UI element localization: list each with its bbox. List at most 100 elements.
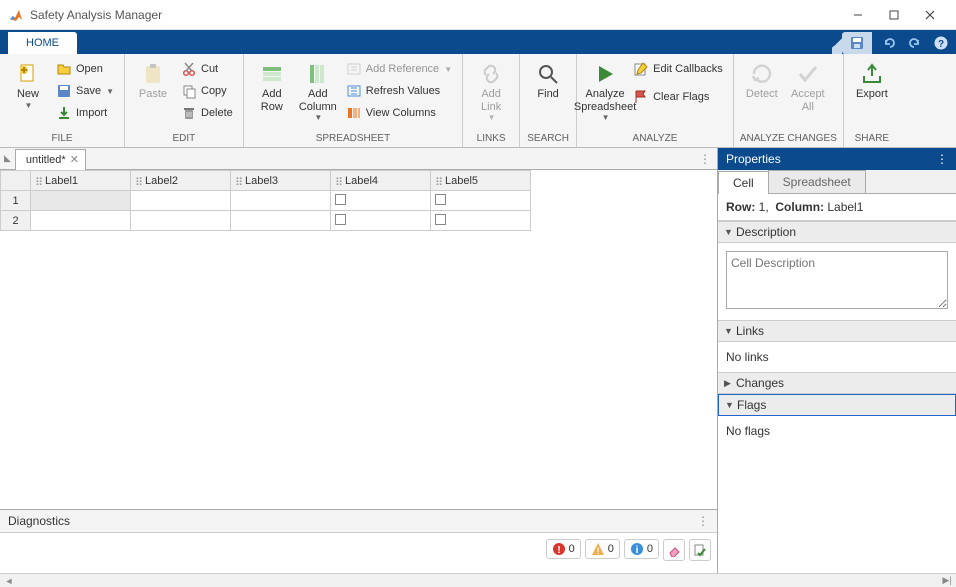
edit-callbacks-button[interactable]: Edit Callbacks <box>629 58 727 80</box>
tab-nav-icon[interactable]: ◣ <box>4 153 11 164</box>
checkbox-icon[interactable] <box>435 214 446 225</box>
quick-save-icon[interactable] <box>848 34 866 52</box>
document-tab-bar: ◣ untitled* ✕ ⋮ <box>0 148 717 170</box>
column-header[interactable]: ⠿Label2 <box>131 171 231 191</box>
cell[interactable] <box>431 191 531 211</box>
checkbox-icon[interactable] <box>435 194 446 205</box>
cell[interactable] <box>231 191 331 211</box>
tab-cell[interactable]: Cell <box>718 171 769 194</box>
matlab-logo-icon <box>8 7 24 23</box>
ribbon-group-links: Add Link▼ LINKS <box>463 54 520 147</box>
undo-icon[interactable] <box>880 34 898 52</box>
cell[interactable] <box>331 191 431 211</box>
find-button[interactable]: Find <box>526 58 570 105</box>
svg-text:!: ! <box>557 545 560 556</box>
svg-text:?: ? <box>938 39 944 50</box>
delete-button[interactable]: Delete <box>177 102 237 124</box>
horizontal-scrollbar[interactable]: ◄ ▶| <box>0 573 956 587</box>
scroll-right-icon[interactable]: ▶| <box>940 575 954 586</box>
tab-spreadsheet[interactable]: Spreadsheet <box>768 170 866 193</box>
cell[interactable] <box>131 191 231 211</box>
eraser-icon[interactable] <box>663 539 685 561</box>
document-tab[interactable]: untitled* ✕ <box>15 149 86 170</box>
new-button[interactable]: New▼ <box>6 58 50 114</box>
links-body: No links <box>718 342 956 372</box>
ribbon-group-analyze-changes: Detect Accept All ANALYZE CHANGES <box>734 54 844 147</box>
properties-tabs: Cell Spreadsheet <box>718 170 956 194</box>
cut-button[interactable]: Cut <box>177 58 237 80</box>
document-tab-label: untitled* <box>26 154 66 166</box>
info-count-badge[interactable]: i0 <box>624 539 659 559</box>
add-link-button: Add Link▼ <box>469 58 513 126</box>
workspace: ◣ untitled* ✕ ⋮ ⠿Label1⠿Label2⠿Label3⠿La… <box>0 148 956 573</box>
column-header[interactable]: ⠿Label1 <box>31 171 131 191</box>
accept-all-button: Accept All <box>786 58 830 117</box>
column-header[interactable]: ⠿Label3 <box>231 171 331 191</box>
checkbox-icon[interactable] <box>335 194 346 205</box>
close-button[interactable] <box>912 0 948 30</box>
scroll-left-icon[interactable]: ◄ <box>2 576 16 586</box>
spreadsheet-table: ⠿Label1⠿Label2⠿Label3⠿Label4⠿Label5 12 <box>0 170 531 231</box>
analyze-spreadsheet-button[interactable]: Analyze Spreadsheet▼ <box>583 58 627 126</box>
ribbon-group-search: Find SEARCH <box>520 54 577 147</box>
add-reference-button: Add Reference▼ <box>342 58 456 80</box>
svg-text:i: i <box>635 545 638 556</box>
check-doc-icon[interactable] <box>689 539 711 561</box>
cell-description-input[interactable] <box>726 251 948 309</box>
tab-home[interactable]: HOME <box>8 32 77 54</box>
warning-count-badge[interactable]: !0 <box>585 539 620 559</box>
ribbon-group-share: Export SHARE <box>844 54 900 147</box>
maximize-button[interactable] <box>876 0 912 30</box>
flags-body: No flags <box>718 416 956 573</box>
accordion-changes[interactable]: ▶Changes <box>718 372 956 394</box>
accordion-flags[interactable]: ▼Flags <box>718 394 956 416</box>
properties-panel: Properties ⋮ Cell Spreadsheet Row: 1, Co… <box>718 148 956 573</box>
close-tab-icon[interactable]: ✕ <box>70 153 79 166</box>
redo-icon[interactable] <box>906 34 924 52</box>
open-button[interactable]: Open <box>52 58 118 80</box>
error-count-badge[interactable]: !0 <box>546 539 581 559</box>
ribbon-group-analyze: Analyze Spreadsheet▼ Edit Callbacks Clea… <box>577 54 734 147</box>
refresh-values-button[interactable]: Refresh Values <box>342 80 456 102</box>
spreadsheet-area[interactable]: ⠿Label1⠿Label2⠿Label3⠿Label4⠿Label5 12 <box>0 170 717 509</box>
cell[interactable] <box>331 211 431 231</box>
cell[interactable] <box>31 191 131 211</box>
help-icon[interactable]: ? <box>932 34 950 52</box>
row-header[interactable]: 1 <box>1 191 31 211</box>
export-button[interactable]: Export <box>850 58 894 105</box>
clear-flags-button[interactable]: Clear Flags <box>629 86 727 108</box>
cell[interactable] <box>431 211 531 231</box>
checkbox-icon[interactable] <box>335 214 346 225</box>
ribbon-toolbar: New▼ Open Save▼ Import FILE Paste Cut Co… <box>0 54 956 148</box>
ribbon-group-file: New▼ Open Save▼ Import FILE <box>0 54 125 147</box>
cell[interactable] <box>31 211 131 231</box>
add-row-button[interactable]: Add Row <box>250 58 294 117</box>
cell-location-info: Row: 1, Column: Label1 <box>718 194 956 221</box>
row-header[interactable]: 2 <box>1 211 31 231</box>
diagnostics-panel: Diagnostics ⋮ !0 !0 i0 <box>0 509 717 573</box>
window-title: Safety Analysis Manager <box>30 8 840 22</box>
accordion-links[interactable]: ▼Links <box>718 320 956 342</box>
cell[interactable] <box>231 211 331 231</box>
view-columns-button[interactable]: View Columns <box>342 102 456 124</box>
diagnostics-options-icon[interactable]: ⋮ <box>697 514 709 528</box>
minimize-button[interactable] <box>840 0 876 30</box>
column-header[interactable]: ⠿Label4 <box>331 171 431 191</box>
ribbon-group-edit: Paste Cut Copy Delete EDIT <box>125 54 244 147</box>
paste-button: Paste <box>131 58 175 105</box>
column-header[interactable]: ⠿Label5 <box>431 171 531 191</box>
ribbon-tab-strip: HOME ? <box>0 30 956 54</box>
detect-button: Detect <box>740 58 784 105</box>
properties-options-icon[interactable]: ⋮ <box>936 152 948 166</box>
accordion-description[interactable]: ▼Description <box>718 221 956 243</box>
add-column-button[interactable]: Add Column▼ <box>296 58 340 126</box>
svg-text:!: ! <box>596 546 599 556</box>
title-bar: Safety Analysis Manager <box>0 0 956 30</box>
import-button[interactable]: Import <box>52 102 118 124</box>
diagnostics-title: Diagnostics <box>8 514 70 528</box>
tab-options-icon[interactable]: ⋮ <box>699 152 711 166</box>
ribbon-group-spreadsheet: Add Row Add Column▼ Add Reference▼ Refre… <box>244 54 463 147</box>
cell[interactable] <box>131 211 231 231</box>
copy-button[interactable]: Copy <box>177 80 237 102</box>
save-button[interactable]: Save▼ <box>52 80 118 102</box>
